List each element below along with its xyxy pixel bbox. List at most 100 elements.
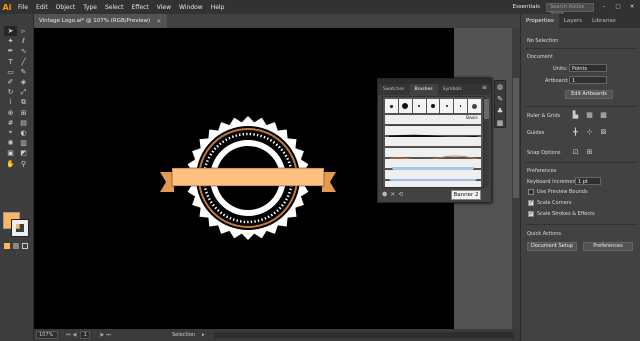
- rulers-icon[interactable]: ▙: [571, 111, 580, 120]
- banner-blue-brush-row[interactable]: [385, 170, 481, 183]
- lock-guides-icon[interactable]: ⊹: [585, 128, 594, 137]
- blend-tool-icon[interactable]: ◐: [17, 128, 30, 138]
- banner-2-brush-row[interactable]: [385, 181, 481, 187]
- snap-to-pixel-icon[interactable]: ⊞: [585, 148, 594, 157]
- brush-dot-5[interactable]: [440, 99, 454, 113]
- color-panel-icon[interactable]: ◍: [495, 81, 505, 93]
- close-tab-icon[interactable]: ×: [156, 18, 161, 25]
- preferences-button[interactable]: Preferences: [583, 242, 633, 251]
- menu-edit[interactable]: Edit: [32, 4, 52, 11]
- stroke-color-swatch[interactable]: [11, 219, 29, 237]
- lasso-tool-icon[interactable]: ℓ: [17, 36, 30, 46]
- vertical-scroll-thumb[interactable]: [513, 78, 519, 198]
- swatches-panel-icon[interactable]: ▦: [495, 117, 505, 129]
- symbols-panel-icon[interactable]: ♣: [495, 105, 505, 117]
- brush-panel-footer-icons[interactable]: ⬢✕⟲: [382, 191, 406, 198]
- brush-dot-7[interactable]: [468, 99, 482, 113]
- horizontal-scrollbar[interactable]: [214, 332, 514, 338]
- selection-tool-icon[interactable]: ➤: [4, 26, 17, 37]
- free-transform-tool-icon[interactable]: ⧉: [17, 97, 30, 107]
- rope-brush-row[interactable]: [385, 148, 481, 161]
- charcoal-brush-row[interactable]: [385, 126, 481, 140]
- brushes-panel-icon[interactable]: ✎: [495, 93, 505, 105]
- dashed-brush-row[interactable]: [385, 137, 481, 149]
- color-mode-icon[interactable]: [4, 243, 10, 249]
- maximize-icon[interactable]: □: [614, 4, 622, 10]
- eyedropper-tool-icon[interactable]: ⌖: [4, 128, 17, 138]
- artboard-tool-icon[interactable]: ▣: [4, 148, 17, 158]
- curvature-tool-icon[interactable]: ∿: [17, 46, 30, 56]
- use-preview-bounds-checkbox[interactable]: [528, 189, 534, 195]
- menu-view[interactable]: View: [153, 4, 175, 11]
- zoom-level-field[interactable]: 107%: [36, 331, 58, 339]
- vertical-scrollbar[interactable]: [512, 28, 520, 329]
- transparency-grid-icon[interactable]: ▩: [599, 111, 608, 120]
- gradient-mode-icon[interactable]: [13, 243, 19, 249]
- scale-corners-checkbox[interactable]: ✓: [528, 200, 534, 206]
- stock-search-input[interactable]: Search Adobe Stock: [546, 2, 594, 17]
- menu-file[interactable]: File: [14, 4, 32, 11]
- column-graph-tool-icon[interactable]: ▥: [17, 138, 30, 148]
- minimize-icon[interactable]: –: [600, 4, 608, 10]
- document-setup-button[interactable]: Document Setup: [527, 242, 577, 251]
- paintbrush-tool-icon[interactable]: ✎: [17, 67, 30, 77]
- magic-wand-tool-icon[interactable]: ✦: [4, 36, 17, 46]
- tab-swatches[interactable]: Swatches: [378, 84, 410, 95]
- shaper-tool-icon[interactable]: ✐: [4, 77, 17, 87]
- grid-icon[interactable]: ▦: [585, 111, 594, 120]
- show-guides-icon[interactable]: ╋: [571, 128, 580, 137]
- direct-selection-tool-icon[interactable]: ▹: [17, 26, 30, 36]
- shape-builder-tool-icon[interactable]: ⊕: [4, 108, 17, 118]
- line-tool-icon[interactable]: ╱: [17, 57, 30, 67]
- keyboard-increment-field[interactable]: 1 pt: [575, 177, 601, 185]
- brush-list-scroll-thumb[interactable]: [484, 99, 489, 119]
- menu-type[interactable]: Type: [79, 4, 101, 11]
- symbol-sprayer-tool-icon[interactable]: ✺: [4, 138, 17, 148]
- none-mode-icon[interactable]: [22, 243, 28, 249]
- tab-brushes[interactable]: Brushes: [409, 84, 438, 95]
- type-tool-icon[interactable]: T: [4, 57, 17, 67]
- units-select[interactable]: Points: [569, 64, 607, 72]
- hand-tool-icon[interactable]: ✋: [4, 158, 17, 168]
- basic-brush-row[interactable]: Basic: [385, 115, 481, 127]
- banner-1-brush-row[interactable]: [385, 159, 481, 172]
- scale-tool-icon[interactable]: ⤢: [17, 87, 30, 97]
- brush-dot-2[interactable]: [398, 99, 412, 113]
- brush-dot-3[interactable]: [412, 99, 426, 113]
- brush-dot-6[interactable]: [454, 99, 468, 113]
- pen-tool-icon[interactable]: ✒: [4, 46, 17, 56]
- artboard-nav-first-prev[interactable]: ⏮◀: [66, 332, 78, 338]
- snap-to-point-icon[interactable]: ⊡: [571, 148, 580, 157]
- zoom-tool-icon[interactable]: ⚲: [17, 158, 30, 168]
- brush-dot-1[interactable]: [385, 99, 398, 113]
- tab-symbols[interactable]: Symbols: [438, 84, 467, 95]
- mesh-tool-icon[interactable]: #: [4, 118, 17, 128]
- edit-artboards-button[interactable]: Edit Artboards: [565, 90, 613, 99]
- eraser-tool-icon[interactable]: ◈: [17, 77, 30, 87]
- warp-tool-icon[interactable]: ⌇: [4, 97, 17, 107]
- brush-list-scrollbar[interactable]: [484, 97, 489, 187]
- menu-select[interactable]: Select: [101, 4, 128, 11]
- brush-dot-4[interactable]: [426, 99, 440, 113]
- artboard-number-field[interactable]: 1: [80, 331, 91, 339]
- status-menu-arrow-icon[interactable]: ▸: [202, 329, 205, 341]
- close-window-icon[interactable]: ✕: [628, 4, 636, 10]
- document-tab[interactable]: Vintage Logo.ai* @ 107% (RGB/Preview) ×: [34, 14, 168, 28]
- artboard-select[interactable]: 1: [569, 76, 607, 84]
- slice-tool-icon[interactable]: ◩: [17, 148, 30, 158]
- menu-help[interactable]: Help: [207, 4, 229, 11]
- tab-properties[interactable]: Properties: [521, 14, 559, 28]
- artboard-nav-next-last[interactable]: ▶⏭: [100, 332, 112, 338]
- menu-object[interactable]: Object: [52, 4, 80, 11]
- gradient-tool-icon[interactable]: ▤: [17, 118, 30, 128]
- menu-effect[interactable]: Effect: [128, 4, 153, 11]
- workspace-switcher[interactable]: Essentials: [512, 4, 540, 10]
- tab-libraries[interactable]: Libraries: [587, 14, 621, 28]
- scale-strokes-checkbox[interactable]: ✓: [528, 211, 534, 217]
- perspective-grid-tool-icon[interactable]: ⊞: [17, 108, 30, 118]
- rectangle-tool-icon[interactable]: ▭: [4, 67, 17, 77]
- menu-window[interactable]: Window: [175, 4, 207, 11]
- smart-guides-icon[interactable]: ⊠: [599, 128, 608, 137]
- panel-menu-icon[interactable]: ≡: [482, 84, 487, 91]
- tab-layers[interactable]: Layers: [559, 14, 587, 28]
